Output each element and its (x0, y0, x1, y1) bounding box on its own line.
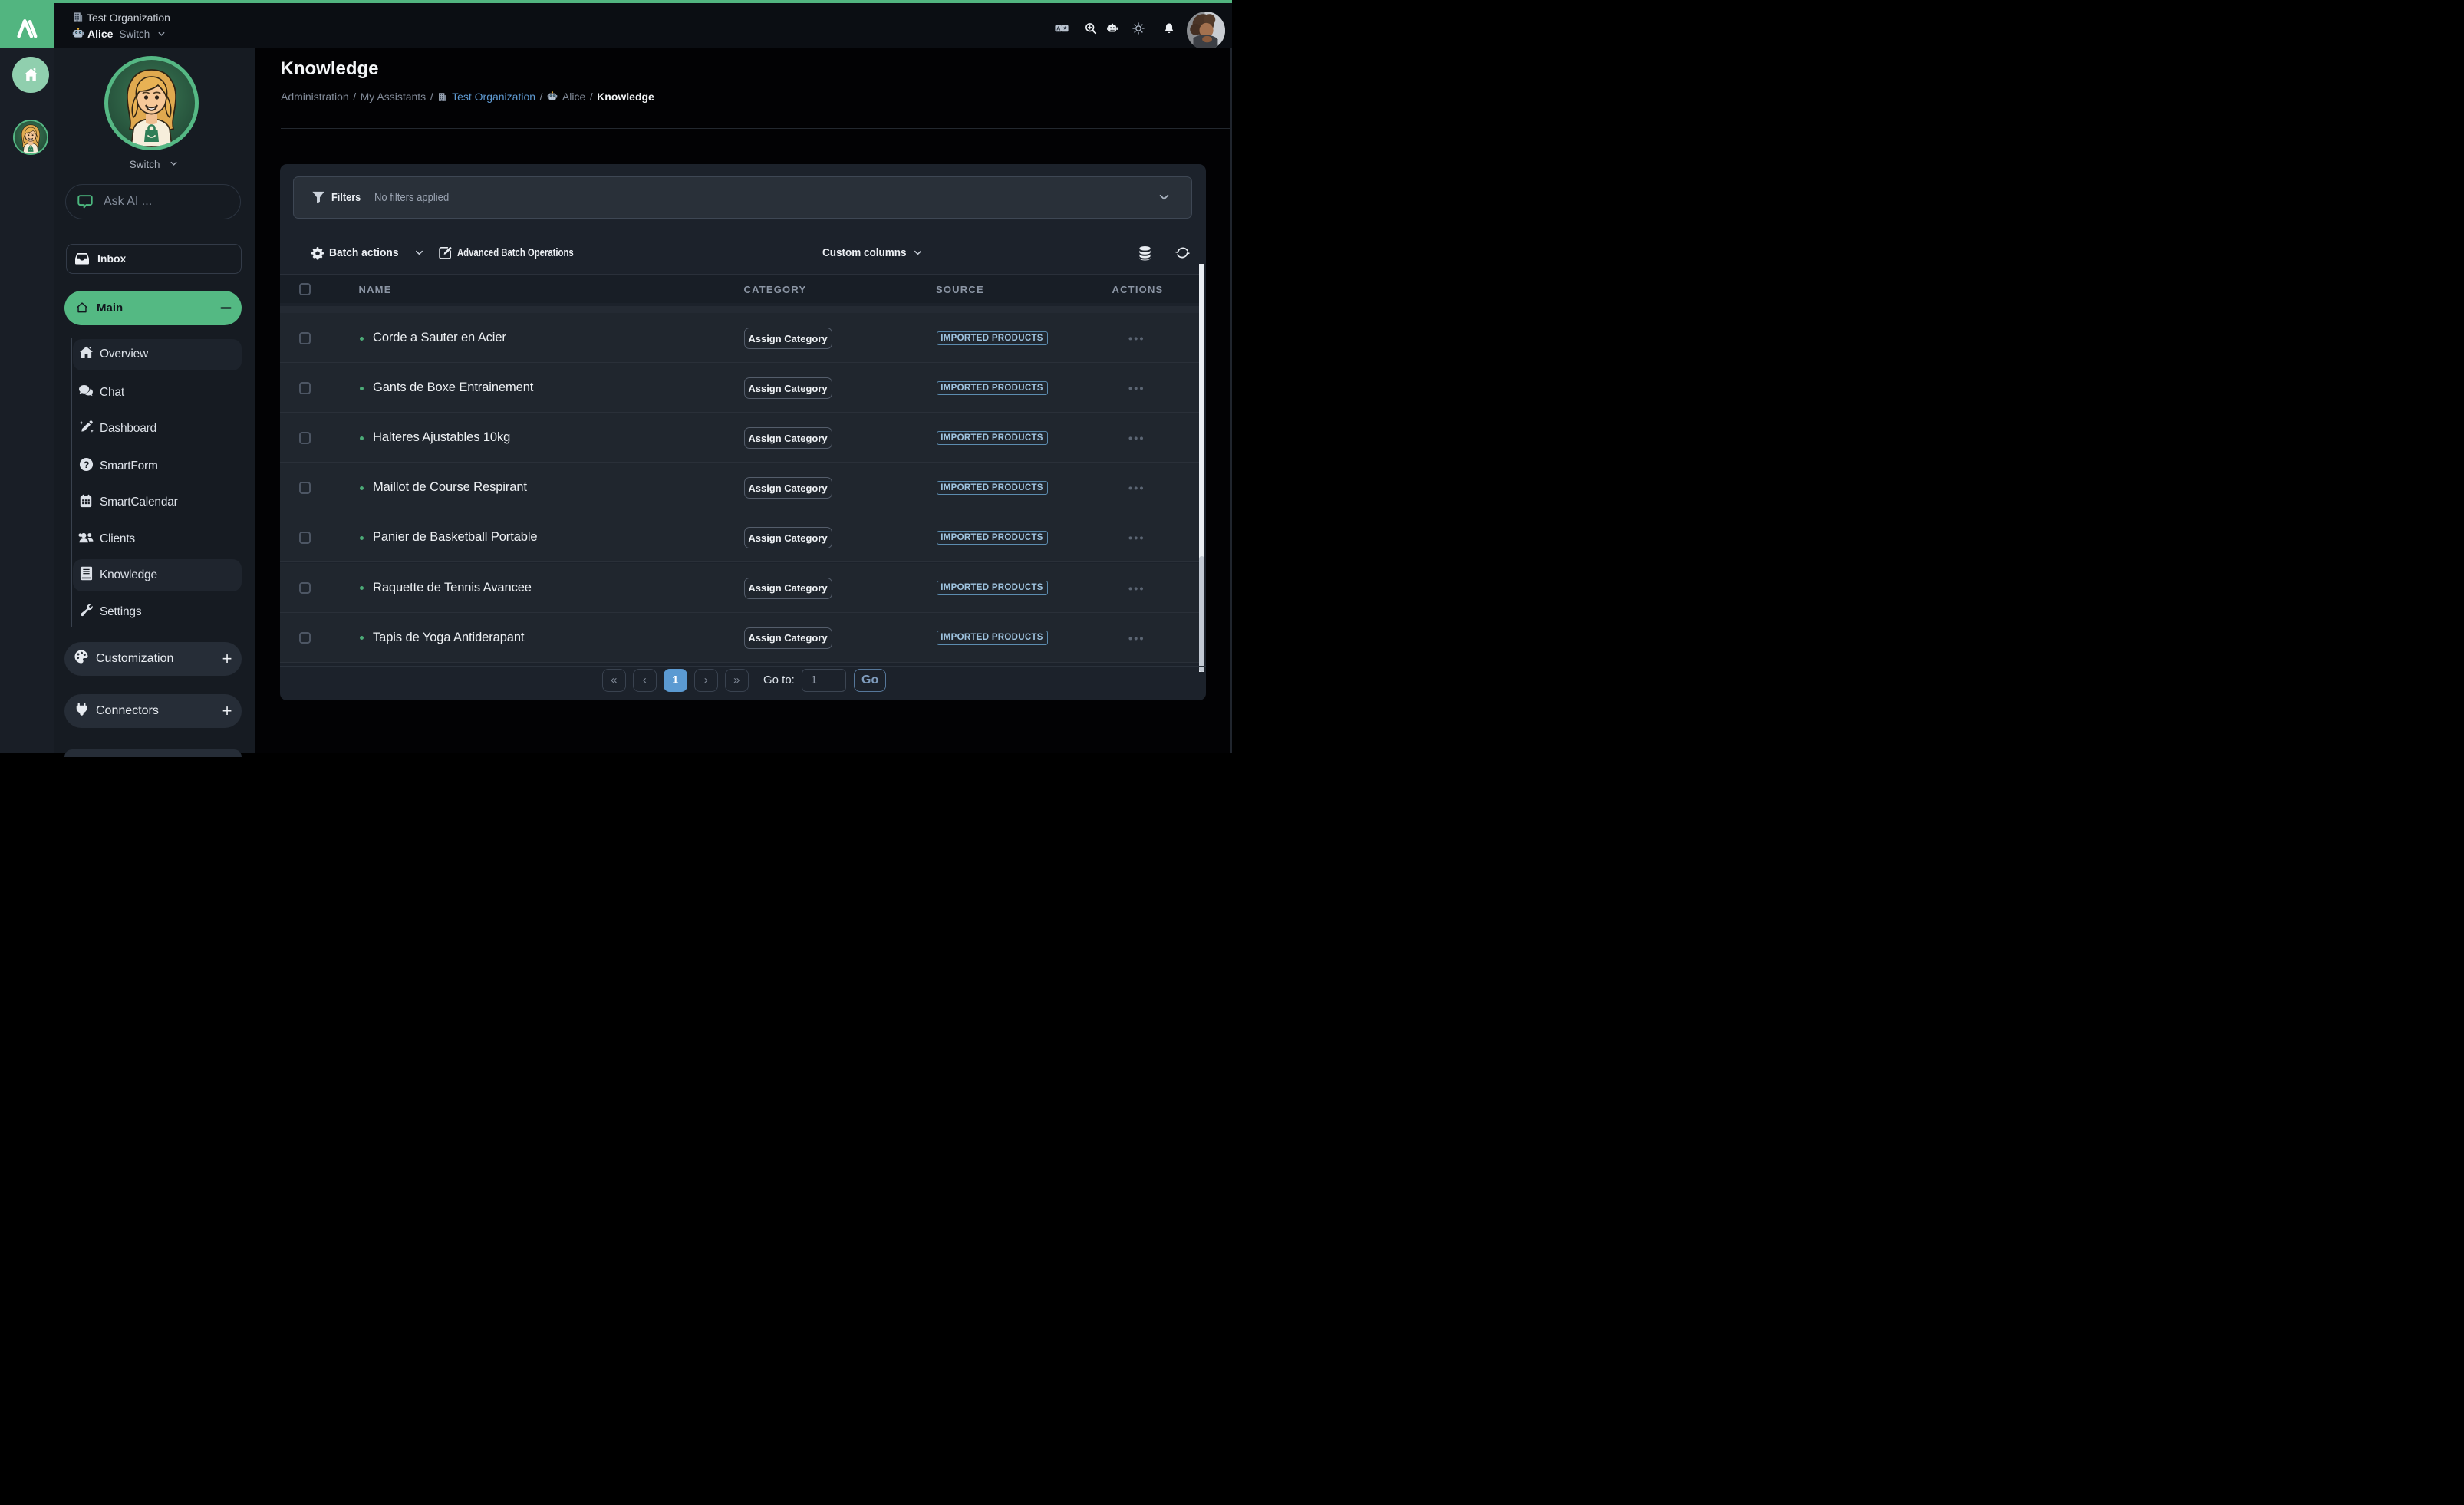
svg-text:A: A (1056, 25, 1061, 32)
svg-text:?: ? (83, 459, 88, 470)
